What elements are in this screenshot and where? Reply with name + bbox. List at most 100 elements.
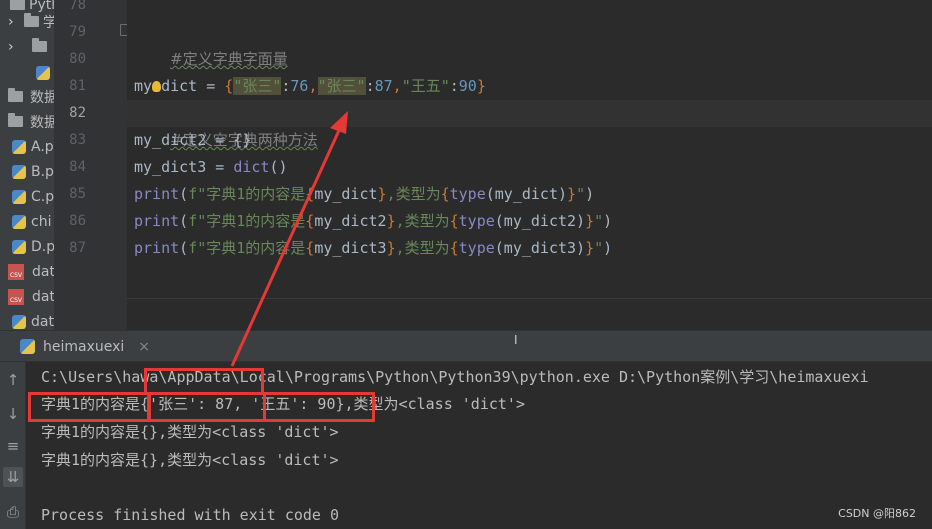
editor-divider bbox=[127, 298, 932, 299]
brace: { bbox=[449, 239, 459, 257]
tree-item-data-2[interactable]: 数据 bbox=[8, 109, 54, 134]
code-line-86[interactable]: print(f"字典1的内容是{my_dict2},类型为{type(my_di… bbox=[134, 208, 612, 235]
line-number: 78 bbox=[69, 0, 86, 13]
code-line-81[interactable]: my dict = {"张三":76,"张三":87,"王五":90} bbox=[134, 73, 486, 100]
line-number: 85 bbox=[69, 186, 86, 202]
project-sidebar: Pytho › 学习 › 数据 数据 A.p B.p C.p chi D.p bbox=[0, 0, 54, 330]
fstring-expr: my_dict bbox=[314, 185, 378, 203]
annotation-box-second-item bbox=[263, 392, 375, 422]
line-number: 84 bbox=[69, 159, 86, 175]
fstring-part: ,类型为 bbox=[395, 212, 450, 230]
brace: } bbox=[386, 212, 396, 230]
tree-item-study[interactable]: › 学习 bbox=[8, 9, 54, 34]
tree-item-data-csv-1[interactable]: CSV dat bbox=[8, 259, 54, 284]
tree-item-data-1[interactable]: 数据 bbox=[8, 84, 54, 109]
brace: { bbox=[305, 212, 315, 230]
fstring-expr: (my_dict) bbox=[485, 185, 568, 203]
code-line-85[interactable]: print(f"字典1的内容是{my_dict},类型为{type(my_dic… bbox=[134, 181, 594, 208]
tree-item-b-py[interactable]: B.p bbox=[12, 159, 54, 184]
chevron-right-icon[interactable]: › bbox=[8, 39, 20, 55]
lightbulb-icon[interactable] bbox=[152, 81, 162, 92]
builtin-call: dict bbox=[233, 158, 270, 176]
fstring-part: " bbox=[576, 185, 586, 203]
folder-icon bbox=[24, 13, 39, 27]
identifier: dict bbox=[161, 77, 198, 95]
rerun-icon[interactable]: ↑ bbox=[3, 370, 23, 390]
brace: } bbox=[476, 77, 486, 95]
brace: } bbox=[386, 239, 396, 257]
brace: } bbox=[567, 185, 577, 203]
tree-item-label: 数据 bbox=[30, 114, 54, 131]
tree-item-label: dat bbox=[32, 288, 54, 305]
tree-item-data-csv-2[interactable]: CSV dat bbox=[8, 284, 54, 309]
fstring-part: " bbox=[594, 239, 604, 257]
operator: = bbox=[197, 77, 225, 95]
tree-item-data-3[interactable]: dat bbox=[12, 309, 54, 330]
python-file-icon bbox=[12, 239, 26, 254]
builtin-call: print bbox=[134, 239, 180, 257]
folder-icon bbox=[8, 88, 23, 102]
builtin-call: type bbox=[458, 212, 495, 230]
tree-item-d-py[interactable]: D.p bbox=[12, 234, 54, 259]
editor-gutter: 78 79 80 81 82 83 84 85 86 87 bbox=[54, 0, 127, 330]
tree-item-label: chi bbox=[31, 213, 52, 230]
string-literal: "张三" bbox=[233, 77, 282, 95]
fstring-expr: my_dict2 bbox=[314, 212, 387, 230]
tree-item-subfolder[interactable]: › bbox=[8, 34, 54, 59]
fstring-part: ,类型为 bbox=[386, 185, 441, 203]
colon: : bbox=[365, 77, 375, 95]
fstring-expr: my_dict3 bbox=[314, 239, 387, 257]
tree-item-label: B.p bbox=[31, 163, 54, 180]
brace: { bbox=[224, 77, 234, 95]
annotation-box-appdata bbox=[144, 368, 264, 395]
python-file-icon bbox=[12, 139, 26, 154]
python-file-icon bbox=[12, 189, 26, 204]
fstring-part: f"字典1的内容是 bbox=[188, 185, 306, 203]
brace: { bbox=[449, 212, 459, 230]
tree-item-chi-py[interactable]: chi bbox=[12, 209, 54, 234]
paren: ( bbox=[179, 212, 189, 230]
python-file-icon bbox=[36, 65, 50, 80]
close-icon[interactable]: × bbox=[138, 339, 150, 355]
scroll-to-end-icon[interactable]: ⇊ bbox=[3, 467, 23, 487]
code-line-83[interactable]: my_dict2 = {} bbox=[134, 127, 251, 154]
line-number: 87 bbox=[69, 240, 86, 256]
python-file-icon bbox=[12, 314, 26, 329]
code-line-79[interactable]: #定义字典字面量 bbox=[134, 19, 288, 68]
folder-icon bbox=[32, 38, 47, 52]
annotation-box-first-item bbox=[147, 392, 266, 422]
tree-item-a-py[interactable]: A.p bbox=[12, 134, 54, 159]
comment: #定义字典字面量 bbox=[170, 50, 288, 68]
brace: } bbox=[585, 239, 595, 257]
code-line-84[interactable]: my_dict3 = dict() bbox=[134, 154, 288, 181]
code-line-82[interactable]: #定义空字典两种方法 bbox=[134, 100, 318, 149]
brace: } bbox=[377, 185, 387, 203]
paren: ) bbox=[585, 185, 595, 203]
code-editor[interactable]: #定义字典字面量 my dict = {"张三":76,"张三":87,"王五":… bbox=[127, 0, 932, 330]
call-args: () bbox=[269, 158, 288, 176]
fstring-part: " bbox=[594, 212, 604, 230]
tree-item-py-file[interactable] bbox=[36, 60, 54, 85]
run-tab-label: heimaxuexi bbox=[43, 338, 125, 355]
text-cursor-icon: I bbox=[514, 333, 518, 347]
folder-icon bbox=[8, 113, 23, 127]
python-file-icon bbox=[12, 164, 26, 179]
brace: { bbox=[305, 185, 315, 203]
down-arrow-icon[interactable]: ↓ bbox=[3, 404, 23, 424]
soft-wrap-icon[interactable]: ≡ bbox=[3, 436, 23, 456]
line-number: 81 bbox=[69, 78, 86, 94]
tree-item-label: dat bbox=[32, 263, 54, 280]
tree-item-label: 数据 bbox=[30, 89, 54, 106]
comma: , bbox=[392, 77, 402, 95]
tree-item-c-py[interactable]: C.p bbox=[12, 184, 54, 209]
print-icon[interactable]: ⎙ bbox=[3, 502, 23, 522]
brace: { bbox=[305, 239, 315, 257]
chevron-right-icon[interactable]: › bbox=[8, 14, 20, 30]
code-line-87[interactable]: print(f"字典1的内容是{my_dict3},类型为{type(my_di… bbox=[134, 235, 612, 262]
csv-file-icon: CSV bbox=[8, 263, 24, 280]
python-file-icon bbox=[12, 214, 26, 229]
paren: ) bbox=[603, 212, 613, 230]
watermark: CSDN @阳862 bbox=[838, 507, 916, 520]
run-tab[interactable]: heimaxuexi × bbox=[0, 331, 160, 362]
tree-item-label: C.p bbox=[31, 188, 54, 205]
